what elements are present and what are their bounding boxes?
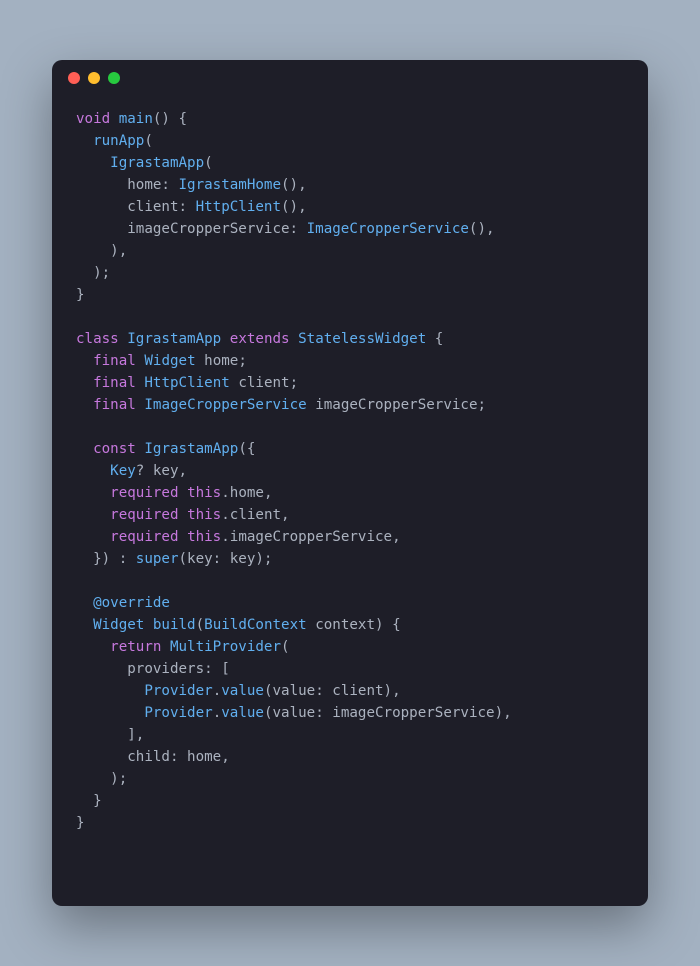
code-token bbox=[221, 331, 230, 347]
code-token: const bbox=[93, 441, 136, 457]
code-token: void bbox=[76, 111, 110, 127]
code-token: MultiProvider bbox=[170, 639, 281, 655]
minimize-icon[interactable] bbox=[88, 72, 100, 84]
code-token: IgrastamApp bbox=[127, 331, 221, 347]
code-token: Widget bbox=[93, 617, 144, 633]
code-token: this bbox=[187, 485, 221, 501]
code-token: (value: imageCropperService), ], child: … bbox=[76, 705, 512, 831]
code-token: final bbox=[93, 397, 136, 413]
code-token: . bbox=[213, 683, 222, 699]
code-token: return bbox=[110, 639, 161, 655]
code-token bbox=[290, 331, 299, 347]
code-token: runApp bbox=[93, 133, 144, 149]
code-token: IgrastamApp bbox=[144, 441, 238, 457]
code-token: main bbox=[119, 111, 153, 127]
code-token: Key bbox=[110, 463, 136, 479]
code-token: build bbox=[153, 617, 196, 633]
code-token: Widget bbox=[144, 353, 195, 369]
code-token: value bbox=[221, 705, 264, 721]
code-token: ImageCropperService bbox=[307, 221, 469, 237]
code-token: IgrastamHome bbox=[179, 177, 282, 193]
code-block: void main() { runApp( IgrastamApp( home:… bbox=[52, 96, 648, 858]
code-token: Provider bbox=[144, 705, 212, 721]
code-window: void main() { runApp( IgrastamApp( home:… bbox=[52, 60, 648, 906]
code-token bbox=[179, 529, 188, 545]
code-token bbox=[179, 485, 188, 501]
code-token bbox=[119, 331, 128, 347]
code-token: this bbox=[187, 507, 221, 523]
code-token: HttpClient bbox=[196, 199, 281, 215]
code-token: final bbox=[93, 353, 136, 369]
code-token: extends bbox=[230, 331, 290, 347]
code-token bbox=[76, 617, 93, 633]
code-token bbox=[110, 111, 119, 127]
code-token bbox=[161, 639, 170, 655]
code-token: StatelessWidget bbox=[298, 331, 426, 347]
code-token: @override bbox=[93, 595, 170, 611]
code-token bbox=[144, 617, 153, 633]
code-token: value bbox=[221, 683, 264, 699]
code-token: required bbox=[110, 529, 178, 545]
window-titlebar bbox=[52, 60, 648, 96]
close-icon[interactable] bbox=[68, 72, 80, 84]
code-token: final bbox=[93, 375, 136, 391]
code-token: HttpClient bbox=[144, 375, 229, 391]
code-token: super bbox=[136, 551, 179, 567]
code-token: required bbox=[110, 507, 178, 523]
code-token: IgrastamApp bbox=[110, 155, 204, 171]
code-token: Provider bbox=[144, 683, 212, 699]
code-token: . bbox=[213, 705, 222, 721]
code-token: required bbox=[110, 485, 178, 501]
maximize-icon[interactable] bbox=[108, 72, 120, 84]
code-token: ( bbox=[196, 617, 205, 633]
code-token: ImageCropperService bbox=[144, 397, 306, 413]
code-token: BuildContext bbox=[204, 617, 307, 633]
code-token: class bbox=[76, 331, 119, 347]
code-token bbox=[179, 507, 188, 523]
code-token: this bbox=[187, 529, 221, 545]
